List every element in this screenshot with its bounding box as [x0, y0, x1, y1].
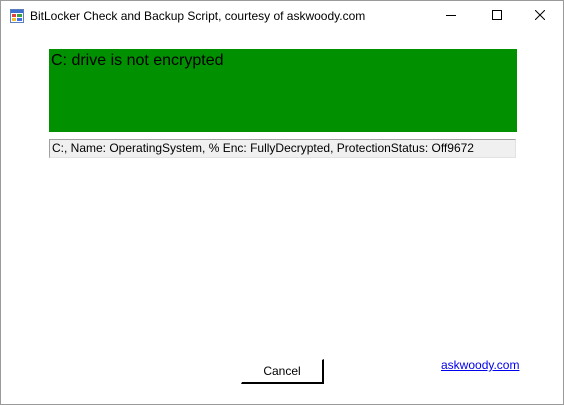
close-button[interactable] [517, 1, 563, 31]
encryption-status-banner: C: drive is not encrypted [49, 49, 517, 132]
maximize-button[interactable] [474, 1, 520, 31]
drive-status-field[interactable]: C:, Name: OperatingSystem, % Enc: FullyD… [49, 139, 516, 158]
encryption-status-message: C: drive is not encrypted [51, 52, 224, 69]
drive-status-text: C:, Name: OperatingSystem, % Enc: FullyD… [52, 141, 474, 155]
window-title: BitLocker Check and Backup Script, court… [30, 9, 366, 23]
minimize-icon [446, 7, 456, 25]
maximize-icon [492, 7, 502, 25]
askwoody-link[interactable]: askwoody.com [441, 358, 519, 372]
minimize-button[interactable] [428, 1, 474, 31]
cancel-button[interactable]: Cancel [241, 359, 324, 384]
title-bar[interactable]: BitLocker Check and Backup Script, court… [1, 1, 563, 32]
app-window: BitLocker Check and Backup Script, court… [0, 0, 564, 405]
app-window-icon [10, 9, 24, 23]
close-icon [534, 7, 546, 25]
